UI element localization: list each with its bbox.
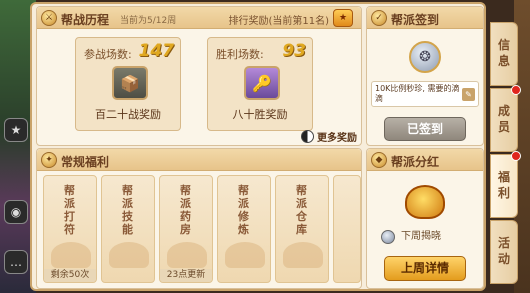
edit-icon[interactable]: ✎ xyxy=(462,88,475,101)
tab-label: 活动 xyxy=(498,236,511,266)
welfare-item[interactable]: 帮派打符 剩余50次 xyxy=(43,175,97,283)
regular-welfare-panel: ✦ 常规福利 帮派打符 剩余50次 帮派技能 帮派药房 23点更新 帮派修炼 帮… xyxy=(36,148,362,289)
bonus-header: ◆ 帮派分红 xyxy=(367,149,483,171)
battle-period: 当前为5/12周 xyxy=(120,16,177,26)
welfare-item-name: 帮派打符 xyxy=(64,184,75,236)
chat-icon: … xyxy=(10,255,22,269)
welfare-item-name: 帮派仓库 xyxy=(296,184,307,236)
battle-history-title: 帮战历程 xyxy=(61,13,110,27)
coin-medal-icon: ❂ xyxy=(409,41,441,73)
welfare-item-partial[interactable] xyxy=(333,175,361,283)
welfare-item[interactable]: 帮派药房 23点更新 xyxy=(159,175,213,283)
chat-button[interactable]: … xyxy=(4,250,28,274)
cultivation-icon xyxy=(225,242,265,268)
battle-history-panel: ⚔ 帮战历程 当前为5/12周 排行奖励(当前第11名) ★ 参战场数: 147… xyxy=(36,6,362,146)
wins-count-value: 93 xyxy=(282,41,306,61)
side-game-button[interactable]: ◉ xyxy=(4,200,28,224)
tab-label: 福利 xyxy=(498,170,511,200)
signin-title: 帮派签到 xyxy=(391,13,440,27)
tab-activities[interactable]: 活动 xyxy=(490,220,518,284)
notification-dot-icon xyxy=(511,151,521,161)
calendar-icon: ✓ xyxy=(371,10,387,26)
battles-count-value: 147 xyxy=(138,41,175,61)
battle-history-header: ⚔ 帮战历程 当前为5/12周 排行奖励(当前第11名) ★ xyxy=(37,7,361,29)
welfare-item-name: 帮派修炼 xyxy=(238,184,249,236)
last-week-details-button[interactable]: 上周详情 xyxy=(384,256,466,281)
rank-reward-link[interactable]: 排行奖励(当前第11名) xyxy=(228,12,329,27)
coin-icon xyxy=(381,230,395,244)
treasure-icon: ◆ xyxy=(371,152,387,168)
welfare-item[interactable]: 帮派仓库 xyxy=(275,175,329,283)
signin-header: ✓ 帮派签到 xyxy=(367,7,483,29)
welfare-item-name: 帮派技能 xyxy=(122,184,133,236)
battles-reward-label: 百二十战奖励 xyxy=(95,108,161,121)
star-icon: ★ xyxy=(10,123,22,137)
welfare-title: 常规福利 xyxy=(61,155,110,169)
wins-count-card: 胜利场数: 93 🔑 八十胜奖励 xyxy=(207,37,313,131)
wins-count-label: 胜利场数: xyxy=(216,48,264,61)
welfare-item-footer: 23点更新 xyxy=(160,269,212,282)
battles-count-card: 参战场数: 147 📦 百二十战奖励 xyxy=(75,37,181,131)
bonus-status-text: 下周揭晓 xyxy=(401,231,441,242)
welfare-header: ✦ 常规福利 xyxy=(37,149,361,171)
tab-info[interactable]: 信息 xyxy=(490,22,518,86)
tab-label: 成员 xyxy=(498,104,511,134)
gold-ingot-icon xyxy=(405,185,445,219)
mask-icon: ◉ xyxy=(10,205,22,219)
tab-members[interactable]: 成员 xyxy=(490,85,521,152)
bonus-status: 下周揭晓 xyxy=(377,229,457,245)
welfare-item-name: 帮派药房 xyxy=(180,184,191,236)
rank-badge-icon[interactable]: ★ xyxy=(333,9,353,27)
welfare-item-footer: 剩余50次 xyxy=(44,269,96,282)
guild-signin-panel: ✓ 帮派签到 ❂ 10K比例秒珍, 需要的滴滴 ✎ 已签到 xyxy=(366,6,484,146)
pharmacy-icon xyxy=(167,242,207,268)
chest-reward-icon[interactable]: 📦 xyxy=(112,66,148,100)
welfare-item[interactable]: 帮派技能 xyxy=(101,175,155,283)
more-rewards-button[interactable]: 更多奖励 xyxy=(301,129,357,144)
more-rewards-label: 更多奖励 xyxy=(317,133,357,144)
talisman-icon xyxy=(51,242,91,268)
battles-count-label: 参战场数: xyxy=(84,48,132,61)
guild-bonus-panel: ◆ 帮派分红 下周揭晓 上周详情 xyxy=(366,148,484,289)
wins-reward-label: 八十胜奖励 xyxy=(232,108,288,121)
guild-window: ⚔ 帮战历程 当前为5/12周 排行奖励(当前第11名) ★ 参战场数: 147… xyxy=(30,2,486,291)
skill-icon xyxy=(109,242,149,268)
signed-button[interactable]: 已签到 xyxy=(384,117,466,141)
warehouse-icon xyxy=(283,242,323,268)
gift-icon: ✦ xyxy=(41,152,57,168)
side-game-button[interactable]: ★ xyxy=(4,118,28,142)
yin-yang-icon xyxy=(301,130,314,143)
signin-note-text: 10K比例秒珍, 需要的滴滴 xyxy=(375,84,460,103)
notification-dot-icon xyxy=(511,85,521,95)
swords-icon: ⚔ xyxy=(41,10,57,26)
tab-welfare[interactable]: 福利 xyxy=(490,151,521,218)
bonus-title: 帮派分红 xyxy=(391,155,440,169)
key-reward-icon[interactable]: 🔑 xyxy=(244,66,280,100)
signin-note: 10K比例秒珍, 需要的滴滴 ✎ xyxy=(371,81,479,107)
welfare-item[interactable]: 帮派修炼 xyxy=(217,175,271,283)
tab-label: 信息 xyxy=(498,38,511,68)
